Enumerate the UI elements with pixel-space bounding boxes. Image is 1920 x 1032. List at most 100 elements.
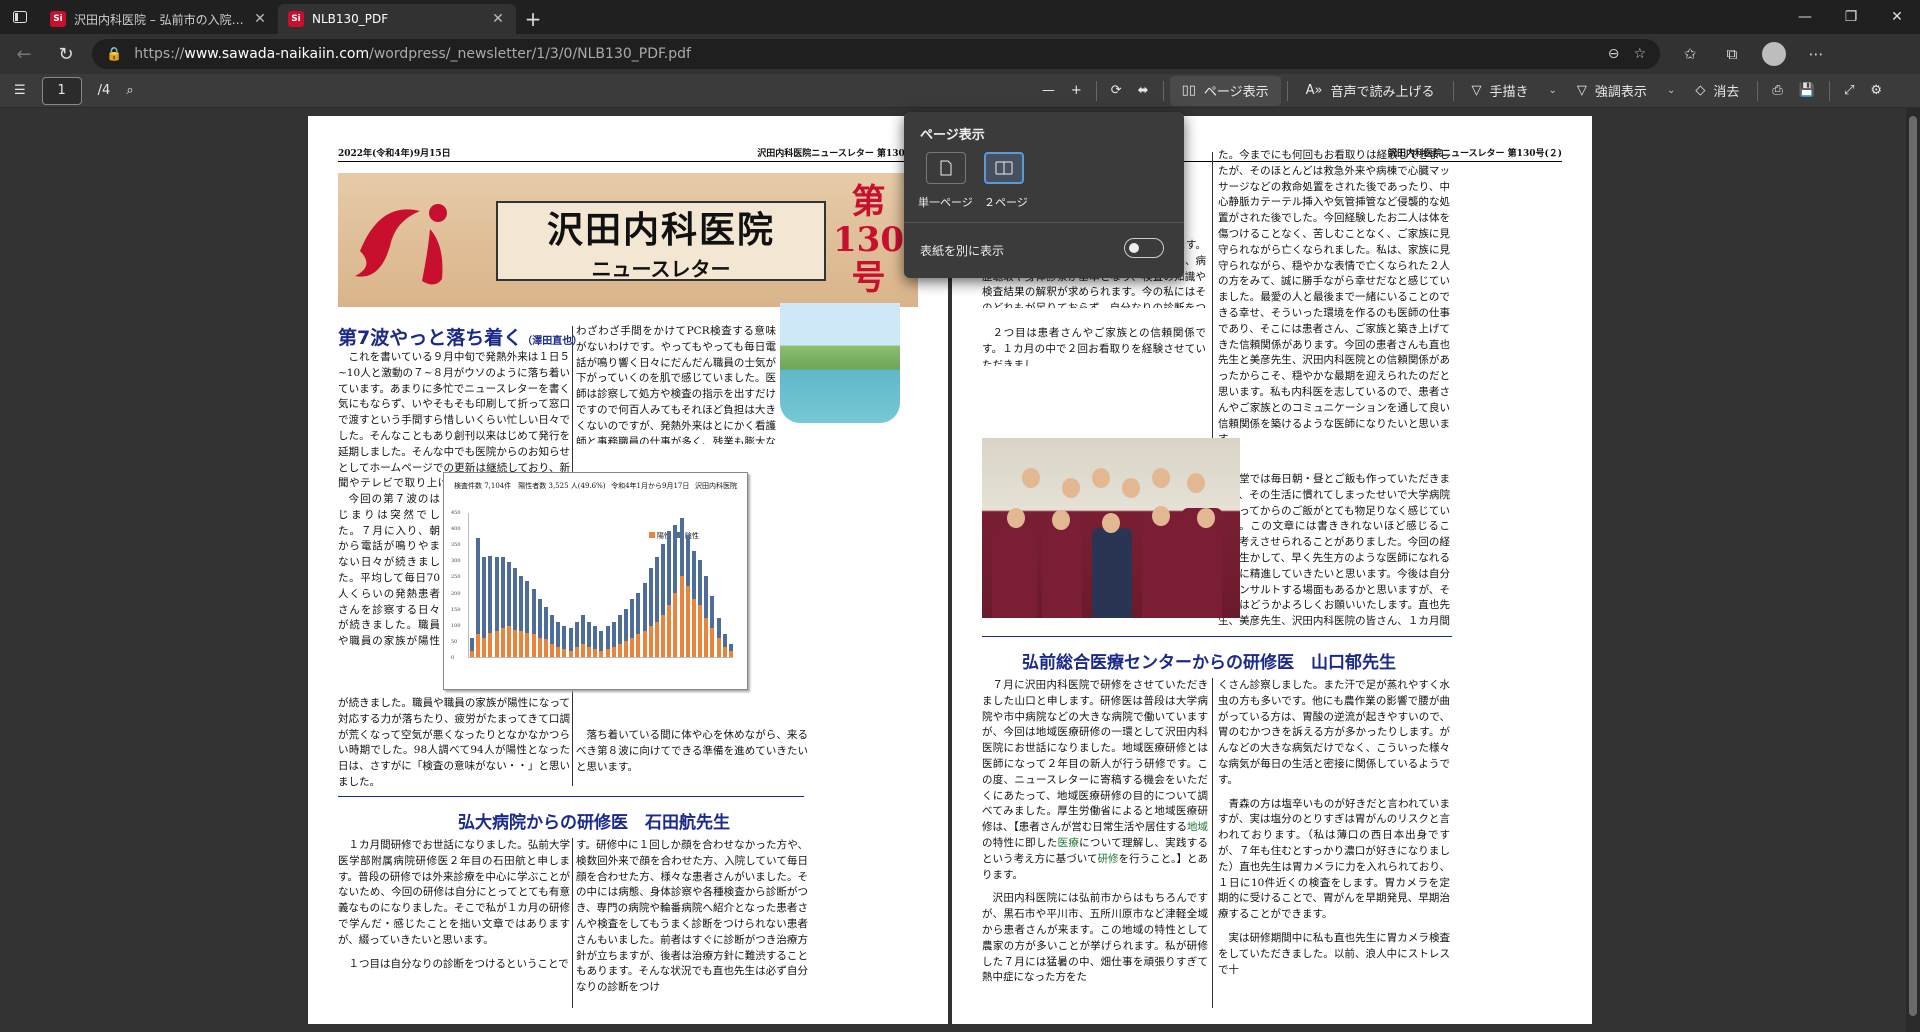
bar-positive	[494, 631, 499, 657]
p2-col-d: くさん診察しました。また汗で足が蒸れやすく水虫の方も多いです。他にも農作業の影響…	[1218, 679, 1450, 976]
highlight-options-button[interactable]: ⌄	[1659, 76, 1683, 106]
address-bar[interactable]: 🔒 https://www.sawada-naikaiin.com/wordpr…	[92, 39, 1660, 69]
bar-negative	[513, 568, 518, 630]
article-col-c: １カ月間研修でお世話になりました。弘前大学医学部附属病院研修医２年目の石田航と申…	[338, 839, 570, 970]
search-icon: ⌕	[126, 83, 134, 98]
bar-positive	[624, 640, 629, 657]
url-path: /wordpress/_newsletter/1/3/0/NLB130_PDF.…	[369, 46, 691, 62]
rotate-button[interactable]: ⟳	[1103, 76, 1130, 106]
p2-col-b2: 食堂では毎日朝・昼とご飯も作っていただきまして、その生活に慣れてしまったせいで大…	[1218, 473, 1450, 628]
close-window-button[interactable]: ✕	[1874, 0, 1920, 34]
chart-bar	[654, 557, 659, 657]
draw-options-button[interactable]: ⌄	[1541, 76, 1565, 106]
more-options-icon[interactable]: ⋯	[1798, 38, 1834, 70]
minimize-button[interactable]: —	[1782, 0, 1828, 34]
url-host: www.sawada-naikaiin.com	[184, 46, 370, 62]
page-view-button[interactable]: ▯▯ ページ表示	[1169, 75, 1281, 106]
collections-icon[interactable]: ⧉	[1714, 38, 1750, 70]
print-icon: ⎙	[1772, 83, 1783, 98]
bar-negative	[630, 599, 635, 638]
zoom-out-button[interactable]: —	[1034, 76, 1063, 106]
tab-actions-icon	[13, 11, 27, 23]
close-tab-icon[interactable]: ✕	[490, 11, 506, 27]
tab-sawada-home[interactable]: Si 沢田内科医院 – 弘前市の入院設備 ✕	[40, 4, 278, 34]
headline-yamaguchi: 弘前総合医療センターからの研修医 山口郁先生	[1022, 653, 1396, 673]
save-button[interactable]: 💾	[1791, 76, 1823, 106]
p2-col-b: た。今までにも何回もお看取りは経験してきましたが、そのほとんどは救急外来や病棟で…	[1218, 149, 1450, 438]
page-number-input[interactable]: 1	[41, 76, 82, 105]
chart-bar	[685, 534, 690, 657]
chart-bar	[543, 607, 548, 657]
erase-label: 消去	[1713, 85, 1740, 100]
pdf-settings-button[interactable]: ⚙	[1862, 76, 1890, 106]
tab-pdf[interactable]: Si NLB130_PDF ✕	[278, 4, 516, 34]
bar-positive	[562, 648, 567, 657]
bar-negative	[494, 557, 499, 632]
restore-button[interactable]: ❐	[1828, 0, 1874, 34]
chart-bar	[691, 550, 696, 657]
page-view-label: ページ表示	[1203, 85, 1269, 100]
two-page-icon	[995, 161, 1013, 175]
two-page-option[interactable]	[984, 152, 1024, 184]
bar-positive	[470, 650, 474, 657]
bar-positive	[593, 648, 598, 657]
bar-negative	[568, 628, 573, 651]
print-button[interactable]: ⎙	[1764, 76, 1790, 106]
chart-bar	[661, 544, 666, 657]
find-button[interactable]: ⌕	[118, 76, 141, 106]
chart-bar	[716, 618, 721, 657]
back-button[interactable]: ←	[6, 38, 42, 70]
close-tab-icon[interactable]: ✕	[252, 11, 268, 27]
tab-strip: Si 沢田内科医院 – 弘前市の入院設備 ✕ Si NLB130_PDF ✕ +…	[0, 0, 1920, 34]
bar-positive	[513, 629, 518, 657]
chart-bar	[506, 561, 511, 657]
contents-button[interactable]: ☰	[6, 76, 34, 106]
gear-icon: ⚙	[1870, 83, 1882, 98]
bar-positive	[525, 632, 530, 657]
tab-actions-button[interactable]	[0, 0, 40, 34]
bar-negative	[531, 589, 536, 635]
bar-negative	[716, 618, 721, 638]
bar-positive	[537, 637, 542, 657]
read-aloud-button[interactable]: A» 音声で読み上げる	[1294, 76, 1447, 106]
draw-button[interactable]: ▽ 手描き	[1460, 76, 1541, 106]
single-page-option[interactable]	[926, 152, 966, 184]
bar-positive	[543, 639, 548, 657]
chart-bar	[494, 557, 499, 657]
bar-negative	[667, 531, 672, 606]
fullscreen-button[interactable]: ⤢	[1836, 76, 1862, 106]
bar-negative	[624, 608, 629, 641]
highlight-button[interactable]: ▽ 強調表示	[1565, 76, 1659, 106]
bar-positive	[722, 647, 727, 657]
staff-group-photo	[982, 438, 1240, 618]
zoom-in-button[interactable]: +	[1063, 76, 1090, 106]
bar-negative	[605, 626, 610, 649]
y-tick-label: 300	[451, 558, 461, 565]
refresh-button[interactable]: ↻	[48, 38, 84, 70]
vertical-scrollbar[interactable]	[1906, 108, 1920, 1032]
profile-button[interactable]	[1756, 38, 1792, 70]
bar-positive	[580, 644, 585, 657]
zoom-icon[interactable]: ⊖	[1608, 46, 1620, 62]
add-favorite-icon[interactable]: ☆	[1633, 46, 1646, 62]
new-tab-button[interactable]: +	[516, 4, 550, 34]
article-col-a-bottom: が続きました。職員や職員の家族が陽性になって対応する力が落ちたり、疲労がたまって…	[338, 697, 570, 788]
chart-source: 沢田内科医院	[695, 482, 737, 490]
show-cover-label: 表紙を別に表示	[920, 244, 1005, 258]
show-cover-toggle[interactable]	[1124, 238, 1164, 258]
tab-title: 沢田内科医院 – 弘前市の入院設備	[74, 12, 252, 27]
bar-positive	[661, 615, 666, 657]
chart-bar	[611, 621, 616, 657]
site-favicon-icon: Si	[50, 11, 66, 27]
chart-bar	[593, 626, 598, 657]
bar-negative	[482, 557, 487, 638]
favorites-icon[interactable]: ✩	[1672, 38, 1708, 70]
erase-button[interactable]: ◇ 消去	[1683, 76, 1751, 106]
bar-positive	[605, 648, 610, 657]
scrollbar-thumb[interactable]	[1909, 116, 1917, 1016]
bar-negative	[691, 550, 696, 599]
fit-page-button[interactable]: ⬌	[1130, 76, 1157, 106]
pdf-page-1: 2022年(令和4年)9月15日 沢田内科医院ニュースレター 第130号( 沢田…	[308, 116, 948, 1024]
masthead: 沢田内科医院 ニュースレター 第 130 号	[338, 173, 918, 307]
bar-negative	[556, 621, 561, 648]
